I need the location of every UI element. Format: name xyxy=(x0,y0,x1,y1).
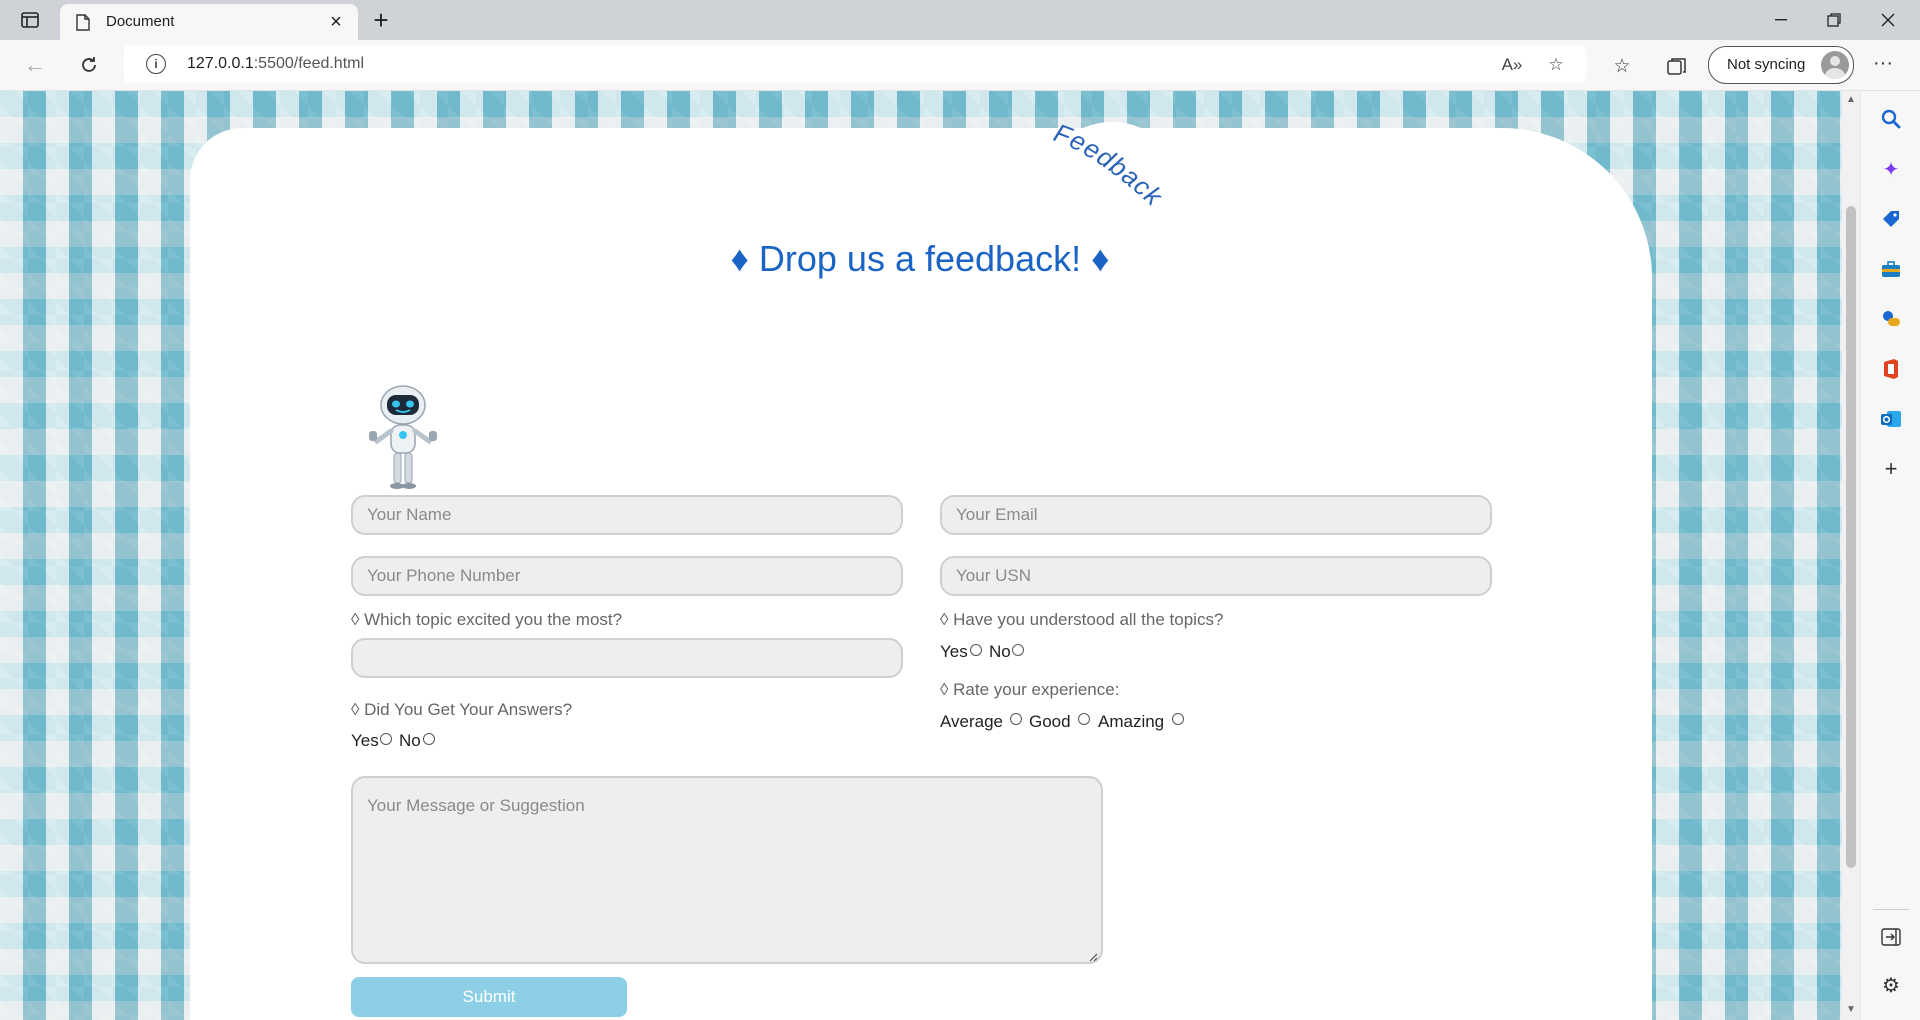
site-info-icon[interactable]: i xyxy=(146,54,166,74)
back-arrow-icon[interactable]: ← xyxy=(18,48,52,82)
outlook-icon[interactable] xyxy=(1877,405,1905,433)
scroll-up-icon[interactable]: ▲ xyxy=(1844,93,1858,107)
search-icon[interactable] xyxy=(1877,105,1905,133)
minimize-button[interactable] xyxy=(1753,0,1809,40)
games-icon[interactable] xyxy=(1877,305,1905,333)
hide-sidebar-icon[interactable] xyxy=(1877,923,1905,951)
favorites-icon[interactable]: ☆ xyxy=(1608,52,1636,80)
feedback-badge: Feedback xyxy=(1038,122,1186,222)
understood-no-radio[interactable] xyxy=(1012,644,1024,656)
read-aloud-icon[interactable]: A» xyxy=(1500,53,1524,77)
browser-toolbar: ← i 127.0.0.1:5500/feed.html A» ☆ ☆ Not … xyxy=(0,40,1920,91)
tab-actions-icon[interactable] xyxy=(14,8,46,32)
browser-sidebar: ✦ + ⚙ xyxy=(1860,91,1920,1020)
rate-question: ◊ Rate your experience: xyxy=(940,680,1120,699)
rate-average-label: Average xyxy=(940,712,1004,731)
resize-grip-icon[interactable] xyxy=(1088,949,1098,962)
answers-yes-label: Yes xyxy=(351,731,379,750)
page-title: ♦ Drop us a feedback! ♦ xyxy=(730,238,1110,279)
avatar xyxy=(1821,51,1849,79)
scroll-down-icon[interactable]: ▼ xyxy=(1844,1003,1858,1017)
understood-yes-label: Yes xyxy=(940,642,968,661)
usn-input[interactable] xyxy=(940,556,1492,596)
add-sidebar-app-icon[interactable]: + xyxy=(1877,455,1905,483)
scroll-thumb[interactable] xyxy=(1846,206,1856,868)
document-icon xyxy=(76,14,90,31)
understood-question: ◊ Have you understood all the topics? xyxy=(940,610,1224,629)
answers-no-radio[interactable] xyxy=(423,733,435,745)
office-icon[interactable] xyxy=(1877,355,1905,383)
refresh-icon[interactable] xyxy=(72,48,106,82)
profile-label: Not syncing xyxy=(1727,56,1806,73)
add-favorite-icon[interactable]: ☆ xyxy=(1544,53,1568,77)
message-textarea[interactable] xyxy=(351,776,1103,964)
close-tab-icon[interactable]: × xyxy=(324,10,348,34)
collections-icon[interactable] xyxy=(1663,52,1691,80)
feedback-card: Feedback ♦ Drop us a feedback! ♦ Your Na… xyxy=(190,122,1652,1020)
topic-question: ◊ Which topic excited you the most? xyxy=(351,610,623,629)
tab-title: Document xyxy=(106,13,175,30)
address-bar[interactable]: i 127.0.0.1:5500/feed.html A» ☆ xyxy=(124,45,1586,83)
topic-input[interactable] xyxy=(351,638,903,678)
more-options-icon[interactable]: ··· xyxy=(1868,52,1898,80)
rate-good-label: Good xyxy=(1029,712,1071,731)
name-input[interactable] xyxy=(351,495,903,535)
shopping-tag-icon[interactable] xyxy=(1877,205,1905,233)
rate-amazing-radio[interactable] xyxy=(1172,713,1184,725)
rate-amazing-label: Amazing xyxy=(1098,712,1165,731)
restore-button[interactable] xyxy=(1806,0,1862,40)
page-scrollbar[interactable]: ▲ ▼ xyxy=(1842,91,1860,1020)
submit-button[interactable]: Submit xyxy=(351,977,627,1017)
tools-briefcase-icon[interactable] xyxy=(1877,255,1905,283)
sidebar-divider xyxy=(1873,909,1909,910)
rate-good-radio[interactable] xyxy=(1078,713,1090,725)
close-window-button[interactable] xyxy=(1860,0,1916,40)
svg-text:Feedback: Feedback xyxy=(1050,122,1170,213)
new-tab-button[interactable]: + xyxy=(366,6,396,36)
copilot-sparkle-icon[interactable]: ✦ xyxy=(1877,155,1905,183)
rate-average-radio[interactable] xyxy=(1010,713,1022,725)
phone-input[interactable] xyxy=(351,556,903,596)
email-input[interactable] xyxy=(940,495,1492,535)
settings-gear-icon[interactable]: ⚙ xyxy=(1877,971,1905,999)
understood-yes-radio[interactable] xyxy=(970,644,982,656)
page-viewport: Feedback ♦ Drop us a feedback! ♦ Your Na… xyxy=(0,91,1842,1020)
understood-no-label: No xyxy=(989,642,1011,661)
answers-no-label: No xyxy=(399,731,421,750)
browser-tab-bar: Document × + xyxy=(0,0,1920,40)
answers-yes-radio[interactable] xyxy=(380,733,392,745)
answers-question: ◊ Did You Get Your Answers? xyxy=(351,700,573,719)
browser-tab[interactable]: Document × xyxy=(60,4,358,40)
robot-icon xyxy=(365,383,441,491)
profile-button[interactable]: Not syncing xyxy=(1708,46,1854,84)
url-text: 127.0.0.1:5500/feed.html xyxy=(187,55,365,72)
